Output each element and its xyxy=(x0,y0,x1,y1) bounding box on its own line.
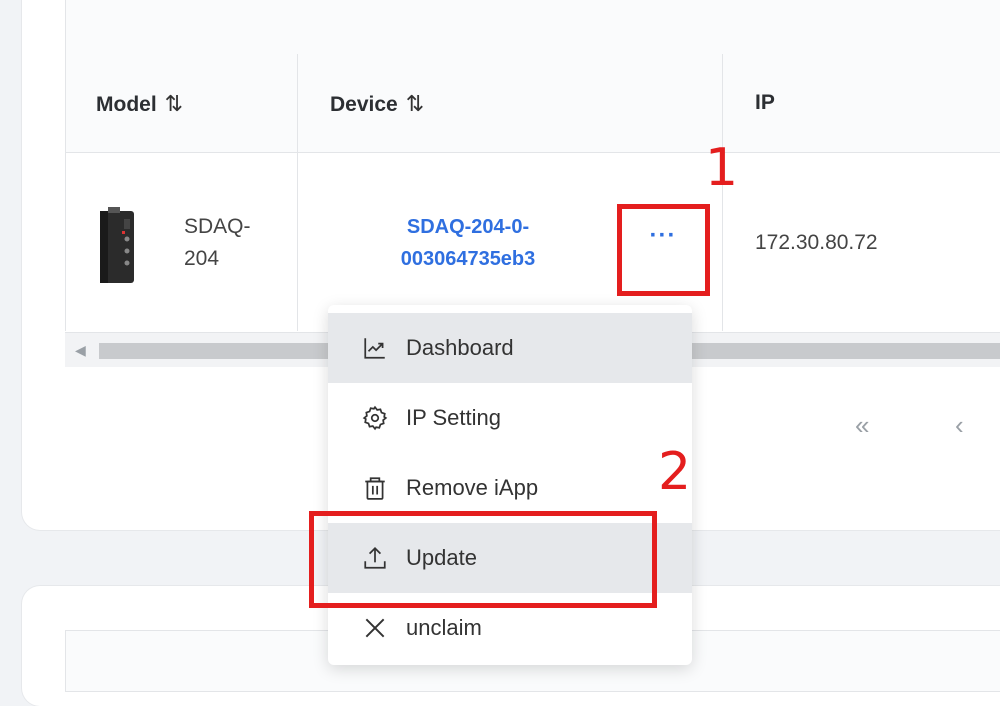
prev-page-button[interactable]: ‹ xyxy=(955,410,964,441)
device-thumbnail-icon xyxy=(100,207,134,283)
sort-icon[interactable]: ⇅ xyxy=(165,91,184,116)
first-page-button[interactable]: « xyxy=(855,410,869,441)
table-row-ip-cell: 172.30.80.72 xyxy=(722,153,1000,331)
menu-item-ip-setting[interactable]: IP Setting xyxy=(328,383,692,453)
annotation-step-1: 1 xyxy=(705,138,739,198)
annotation-box-1 xyxy=(617,204,710,296)
gear-icon xyxy=(362,405,388,431)
device-actions-menu: Dashboard IP Setting Remove iApp Update … xyxy=(328,305,692,665)
chart-icon xyxy=(364,338,385,359)
ip-address: 172.30.80.72 xyxy=(755,231,878,254)
column-header-model[interactable]: Model ⇅ xyxy=(65,54,297,153)
column-header-device[interactable]: Device ⇅ xyxy=(297,54,722,153)
close-icon xyxy=(365,618,385,638)
device-link[interactable]: SDAQ-204-0- 003064735eb3 xyxy=(298,211,638,275)
annotation-box-2 xyxy=(309,511,657,608)
trash-icon xyxy=(365,477,385,500)
table-row-model-cell: SDAQ- 204 xyxy=(65,153,297,331)
menu-item-dashboard[interactable]: Dashboard xyxy=(328,313,692,383)
annotation-step-2: 2 xyxy=(658,442,692,502)
column-header-ip: IP xyxy=(722,54,1000,153)
model-name: SDAQ- 204 xyxy=(184,215,251,270)
scroll-left-icon[interactable]: ◀ xyxy=(75,342,86,359)
table-toolbar xyxy=(65,0,1000,55)
sort-icon[interactable]: ⇅ xyxy=(406,91,425,116)
